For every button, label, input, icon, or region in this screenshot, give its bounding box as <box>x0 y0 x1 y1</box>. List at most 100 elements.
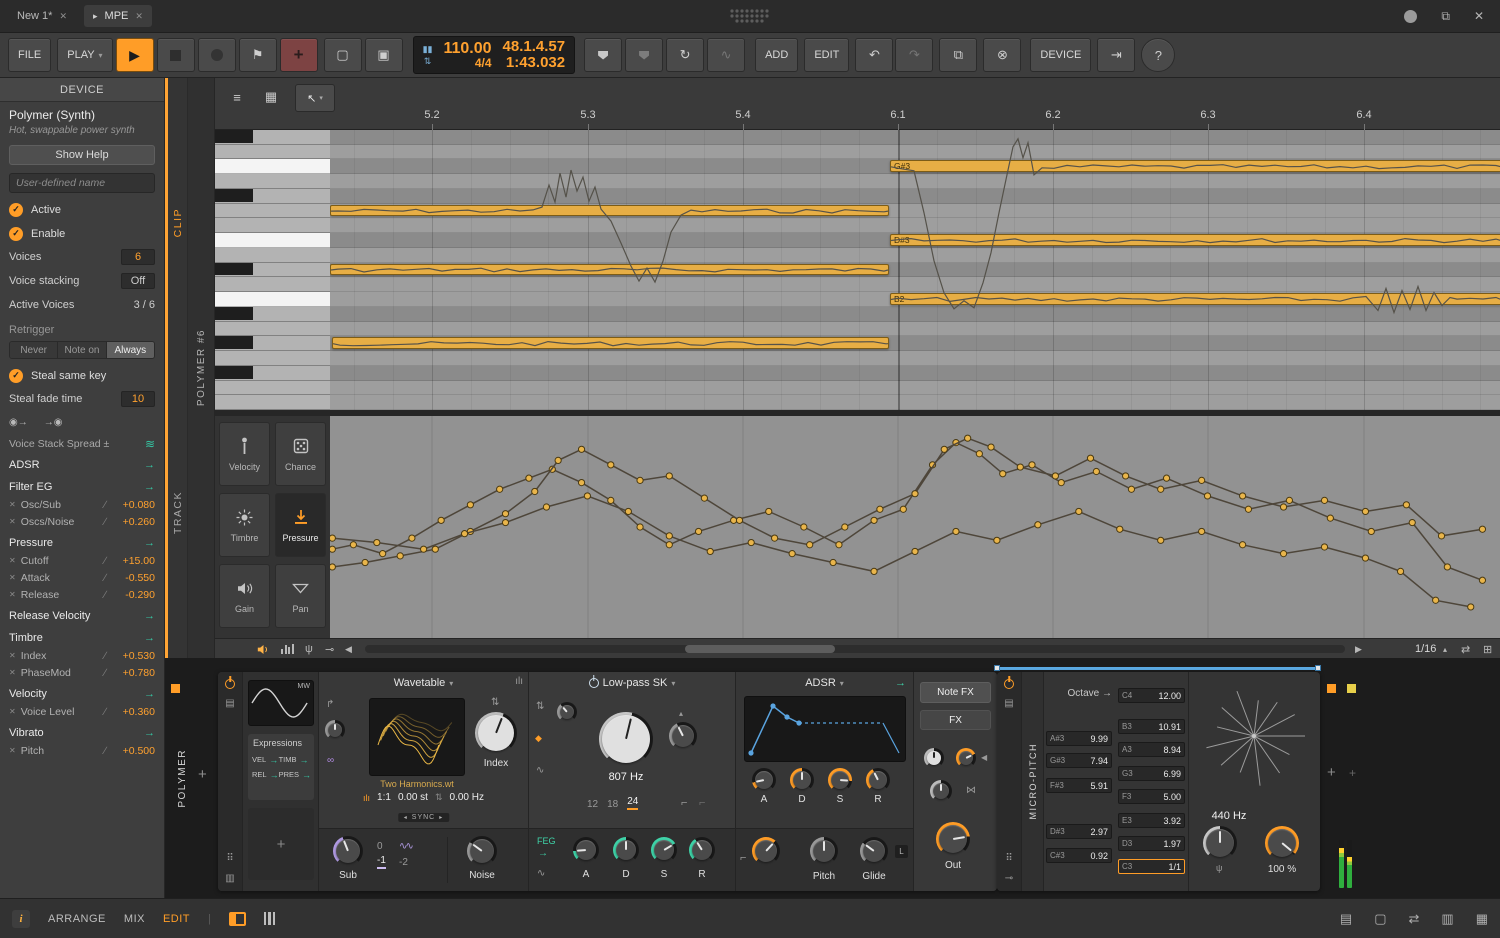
selection-handle[interactable] <box>1315 665 1321 671</box>
pressure-point[interactable] <box>1035 522 1041 528</box>
expression-source-vel[interactable]: VEL→ <box>252 752 279 767</box>
pressure-point[interactable] <box>1058 480 1064 486</box>
steal-same-key-toggle[interactable]: ✓Steal same key <box>9 368 155 383</box>
velocity-meter-icon[interactable] <box>281 641 294 657</box>
pressure-point[interactable] <box>666 542 672 548</box>
mixer-strip-toggle[interactable] <box>264 912 276 925</box>
duplicate-button[interactable]: ⧉ <box>939 38 977 72</box>
pressure-point[interactable] <box>1117 526 1123 532</box>
expression-tab-pressure[interactable]: Pressure <box>275 493 326 557</box>
micropitch-note-c3[interactable]: C31/1 <box>1118 859 1185 874</box>
monitor-speaker-icon[interactable]: ◀ <box>981 754 987 762</box>
mod-target-phasemod[interactable]: ✕PhaseMod∕+0.780 <box>9 664 155 681</box>
osc-semitone-value[interactable]: 0.00 st <box>398 792 428 803</box>
browser-panel-icon[interactable]: ▤ <box>1340 911 1352 927</box>
ruler-mark-5.3[interactable]: 5.3 <box>580 109 595 121</box>
pressure-point[interactable] <box>871 517 877 523</box>
selection-handle[interactable] <box>994 665 1000 671</box>
filter-type-select[interactable]: Low-pass SK <box>603 677 668 689</box>
remove-mod-icon[interactable]: ✕ <box>9 556 16 565</box>
mod-source-pressure[interactable]: Pressure→ <box>9 534 155 552</box>
env-sustain-knob[interactable] <box>828 768 852 792</box>
retrigger-option-never[interactable]: Never <box>10 342 58 358</box>
micro-pitch-device[interactable]: ▤ ⠿ ⊸ MICRO-PITCH Octave → C412.00B310.9… <box>997 672 1320 891</box>
scrollbar-thumb[interactable] <box>685 645 835 653</box>
maximize-button[interactable]: ⧉ <box>1441 9 1450 24</box>
pressure-point[interactable] <box>1468 604 1474 610</box>
enable-toggle[interactable]: ✓Enable <box>9 226 155 241</box>
pressure-point[interactable] <box>900 506 906 512</box>
remove-mod-icon[interactable]: ✕ <box>9 500 16 509</box>
pressure-point[interactable] <box>467 502 473 508</box>
add-device-end-button[interactable]: + <box>1327 764 1336 781</box>
pressure-point[interactable] <box>397 553 403 559</box>
pressure-point[interactable] <box>1158 537 1164 543</box>
pitch-knob[interactable] <box>810 837 838 865</box>
pressure-point[interactable] <box>608 497 614 503</box>
ruler-mark-6.1[interactable]: 6.1 <box>890 109 905 121</box>
pressure-point[interactable] <box>1433 597 1439 603</box>
pressure-point[interactable] <box>836 542 842 548</box>
expression-tab-pan[interactable]: Pan <box>275 564 326 628</box>
pressure-point[interactable] <box>1286 497 1292 503</box>
pressure-point[interactable] <box>1128 486 1134 492</box>
micropitch-note-g3[interactable]: G36.99 <box>1118 766 1185 781</box>
audition-speaker-icon[interactable] <box>257 641 270 657</box>
mix-amount-knob[interactable] <box>1265 826 1299 860</box>
delete-button[interactable]: ⊗ <box>983 38 1021 72</box>
device-power-icon[interactable] <box>225 679 235 689</box>
add-device-button[interactable]: + <box>198 766 207 783</box>
pressure-point[interactable] <box>625 508 631 514</box>
remove-mod-icon[interactable]: ✕ <box>9 590 16 599</box>
wavetable-display[interactable] <box>369 698 465 776</box>
retrigger-option-always[interactable]: Always <box>107 342 154 358</box>
polymer-device[interactable]: ▤ ⠿ ▥ MW Expressions VEL→TIMB→REL→PRES→ … <box>218 672 997 891</box>
time-signature-display[interactable]: 4/4 <box>443 57 491 70</box>
inspector-panel-icon[interactable]: ▢ <box>1374 911 1386 927</box>
routing-icon[interactable]: ↱ <box>326 700 334 710</box>
display-profile-button[interactable]: ▢ <box>324 38 362 72</box>
pressure-point[interactable] <box>801 524 807 530</box>
micropitch-note-cs3[interactable]: C#30.92 <box>1046 848 1112 863</box>
scroll-left-button[interactable]: ◀ <box>345 641 352 657</box>
onscreen-keyboard-icon[interactable]: ▦ <box>1476 911 1488 927</box>
reference-tune-knob[interactable] <box>1203 826 1237 860</box>
expression-source-pres[interactable]: PRES→ <box>279 767 311 782</box>
mod-source-vibrato[interactable]: Vibrato→ <box>9 724 155 742</box>
sub-octave-0[interactable]: 0 <box>377 841 399 852</box>
wavetable-index-knob[interactable] <box>475 712 517 754</box>
add-device-end-button-2[interactable]: + <box>1349 766 1356 780</box>
mapping-panel-icon[interactable]: ▥ <box>1441 911 1453 927</box>
pressure-point[interactable] <box>497 486 503 492</box>
scroll-right-button[interactable]: ▶ <box>1355 641 1362 657</box>
mod-source-adsr[interactable]: ADSR→ <box>9 456 155 474</box>
feg-mod-arrow-icon[interactable]: → <box>538 848 548 859</box>
cutoff-value[interactable]: 807 Hz <box>591 771 661 783</box>
pressure-point[interactable] <box>502 511 508 517</box>
piano-key-as2[interactable]: A#2 <box>215 307 330 322</box>
micropitch-note-f3[interactable]: F35.00 <box>1118 789 1185 804</box>
pressure-point[interactable] <box>1123 473 1129 479</box>
project-tab-new1[interactable]: New 1* ✕ <box>8 5 76 27</box>
device-preset-icon[interactable]: ▤ <box>225 698 234 709</box>
pressure-point[interactable] <box>421 546 427 552</box>
pressure-point[interactable] <box>1029 462 1035 468</box>
remove-mod-icon[interactable]: ✕ <box>9 668 16 677</box>
close-project-icon[interactable]: ✕ <box>59 11 67 22</box>
io-panel-icon[interactable]: ⇄ <box>1409 911 1420 927</box>
piano-key-c3[interactable]: C3 <box>215 277 330 292</box>
spread-knob[interactable] <box>930 780 952 802</box>
pressure-point[interactable] <box>549 466 555 472</box>
filter-fm-icon[interactable]: ∿ <box>536 766 544 776</box>
feg-sustain-knob[interactable] <box>651 837 677 863</box>
clip-name-strip[interactable]: POLYMER #6 <box>188 78 214 658</box>
pressure-point[interactable] <box>1362 555 1368 561</box>
insert-device-button[interactable]: ⇥ <box>1097 38 1135 72</box>
remote-controls-icon[interactable]: ⠿ <box>1005 853 1012 864</box>
micropitch-note-a3[interactable]: A38.94 <box>1118 742 1185 757</box>
pressure-point[interactable] <box>842 524 848 530</box>
filter-power-icon[interactable] <box>589 678 599 688</box>
remove-mod-icon[interactable]: ✕ <box>9 517 16 526</box>
undo-button[interactable]: ↶ <box>855 38 893 72</box>
expression-tab-timbre[interactable]: Timbre <box>219 493 270 557</box>
